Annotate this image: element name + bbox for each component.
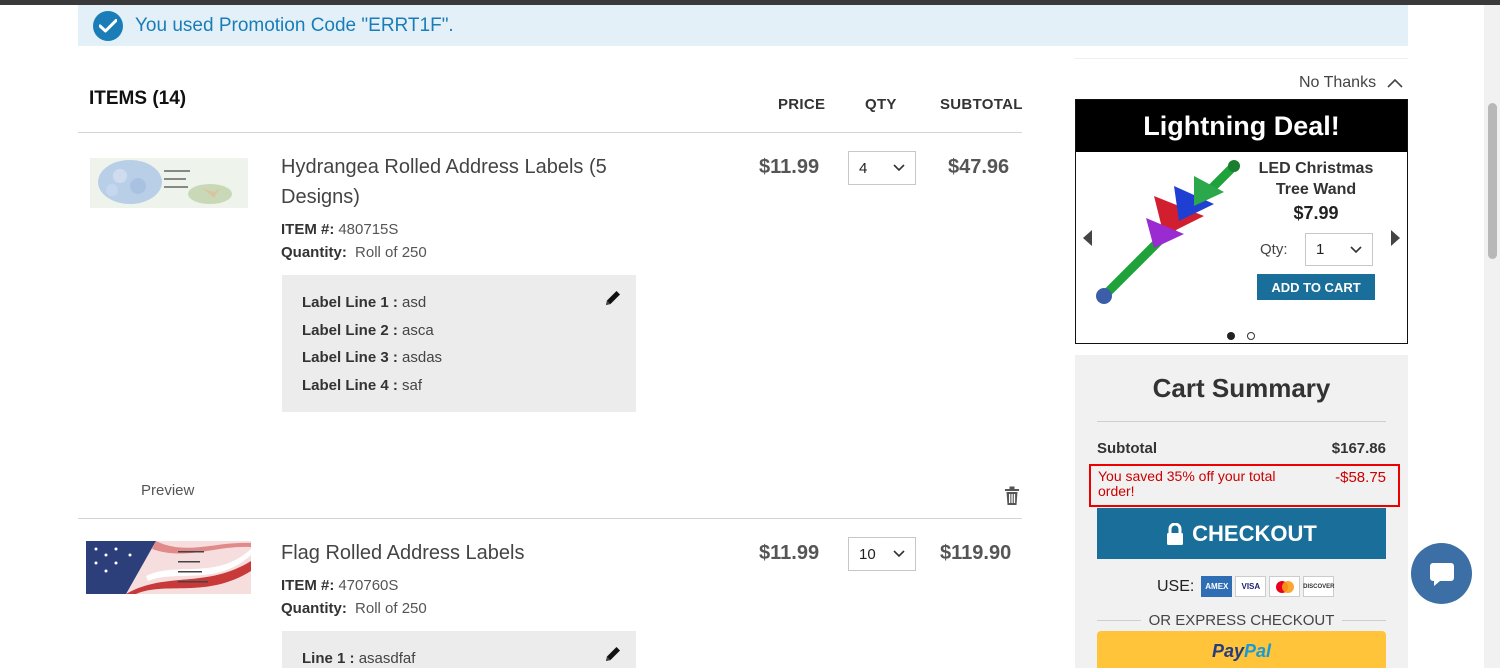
item-price: $11.99 xyxy=(759,156,820,178)
label-line: Label Line 1 : asd xyxy=(302,294,427,311)
lightning-deal-panel: Lightning Deal! LED Christmas Tree Wand $… xyxy=(1075,99,1408,344)
items-title: ITEMS (14) xyxy=(89,88,187,109)
quantity-select[interactable]: 10 xyxy=(848,537,916,571)
subtotal-column-header: SUBTOTAL xyxy=(940,96,1023,113)
divider xyxy=(78,132,1022,133)
express-checkout-divider: OR EXPRESS CHECKOUT xyxy=(1097,611,1386,629)
deal-price: $7.99 xyxy=(1293,203,1339,223)
discover-card-icon: DISCOVER xyxy=(1303,576,1335,597)
carousel-dot[interactable] xyxy=(1247,332,1255,340)
chat-bubble-icon xyxy=(1429,562,1454,586)
deal-title: Lightning Deal! xyxy=(1076,100,1407,152)
carousel-next-icon[interactable] xyxy=(1391,230,1400,246)
led-tree-wand-image[interactable] xyxy=(1094,156,1244,311)
label-lines-box: Label Line 1 : asd Label Line 2 : asca L… xyxy=(282,275,636,412)
deal-quantity-select[interactable]: 1 xyxy=(1305,233,1373,266)
quantity-info: Quantity: Roll of 250 xyxy=(281,600,427,617)
hydrangea-label-thumbnail[interactable] xyxy=(90,158,248,213)
divider xyxy=(78,518,1022,519)
chevron-down-icon xyxy=(893,550,905,558)
label-line: Line 1 : asasdfaf xyxy=(302,650,416,667)
deal-product-name[interactable]: LED Christmas Tree Wand xyxy=(1248,158,1384,200)
trash-icon[interactable] xyxy=(1004,486,1020,511)
mastercard-icon xyxy=(1269,576,1301,597)
item-number: ITEM #: 480715S xyxy=(281,221,399,238)
label-line: Label Line 4 : saf xyxy=(302,376,423,394)
label-lines-box: Line 1 : asasdfaf xyxy=(282,631,636,668)
qty-column-header: QTY xyxy=(865,96,897,113)
divider xyxy=(1075,58,1408,59)
item-subtotal: $47.96 xyxy=(948,156,1010,178)
product-name[interactable]: Hydrangea Rolled Address Labels (5 Design… xyxy=(281,152,607,212)
subtotal-row: Subtotal $167.86 xyxy=(1097,440,1386,457)
quantity-info: Quantity: Roll of 250 xyxy=(281,244,427,261)
flag-label-thumbnail[interactable] xyxy=(86,541,251,599)
price-column-header: PRICE xyxy=(778,96,826,113)
item-number: ITEM #: 470760S xyxy=(281,577,399,594)
edit-pencil-icon[interactable] xyxy=(604,645,622,668)
no-thanks-link[interactable]: No Thanks xyxy=(1299,74,1403,92)
savings-value: -$58.75 xyxy=(1335,469,1386,486)
cart-summary: Cart Summary Subtotal $167.86 You saved … xyxy=(1075,355,1408,668)
label-line: Label Line 3 : asdas xyxy=(302,349,443,366)
check-icon xyxy=(93,10,123,41)
label-line: Label Line 2 : asca xyxy=(302,321,434,339)
cart-summary-title: Cart Summary xyxy=(1152,373,1331,403)
preview-link[interactable]: Preview xyxy=(141,482,194,499)
visa-card-icon: VISA xyxy=(1235,576,1267,597)
amex-card-icon: AMEX xyxy=(1201,576,1233,597)
item-subtotal: $119.90 xyxy=(940,542,1012,564)
chevron-down-icon xyxy=(1350,245,1362,253)
paypal-button[interactable]: Pay Pal xyxy=(1097,631,1386,668)
divider xyxy=(1097,421,1386,422)
quantity-select[interactable]: 4 xyxy=(848,151,916,185)
use-label: USE: xyxy=(1157,577,1195,595)
accepted-cards: USE: AMEX VISA DISCOVER xyxy=(1157,576,1335,597)
promo-banner: You used Promotion Code "ERRT1F". xyxy=(78,5,1408,46)
add-to-cart-button[interactable]: ADD TO CART xyxy=(1257,274,1375,300)
chevron-up-icon xyxy=(1386,78,1403,88)
scrollbar-thumb[interactable] xyxy=(1488,103,1497,259)
lock-icon xyxy=(1167,522,1184,545)
chat-button[interactable] xyxy=(1411,543,1472,604)
subtotal-value: $167.86 xyxy=(1331,440,1386,457)
checkout-button[interactable]: CHECKOUT xyxy=(1097,508,1386,559)
carousel-prev-icon[interactable] xyxy=(1083,230,1092,246)
savings-row: You saved 35% off your total order! -$58… xyxy=(1089,464,1400,507)
product-name[interactable]: Flag Rolled Address Labels xyxy=(281,538,524,568)
carousel-dot-active[interactable] xyxy=(1227,332,1235,340)
item-price: $11.99 xyxy=(759,542,820,564)
promo-message: You used Promotion Code "ERRT1F". xyxy=(135,14,454,36)
edit-pencil-icon[interactable] xyxy=(604,289,622,312)
deal-qty-label: Qty: xyxy=(1260,241,1288,258)
chevron-down-icon xyxy=(893,164,905,172)
savings-label: You saved 35% off your total order! xyxy=(1098,468,1276,499)
